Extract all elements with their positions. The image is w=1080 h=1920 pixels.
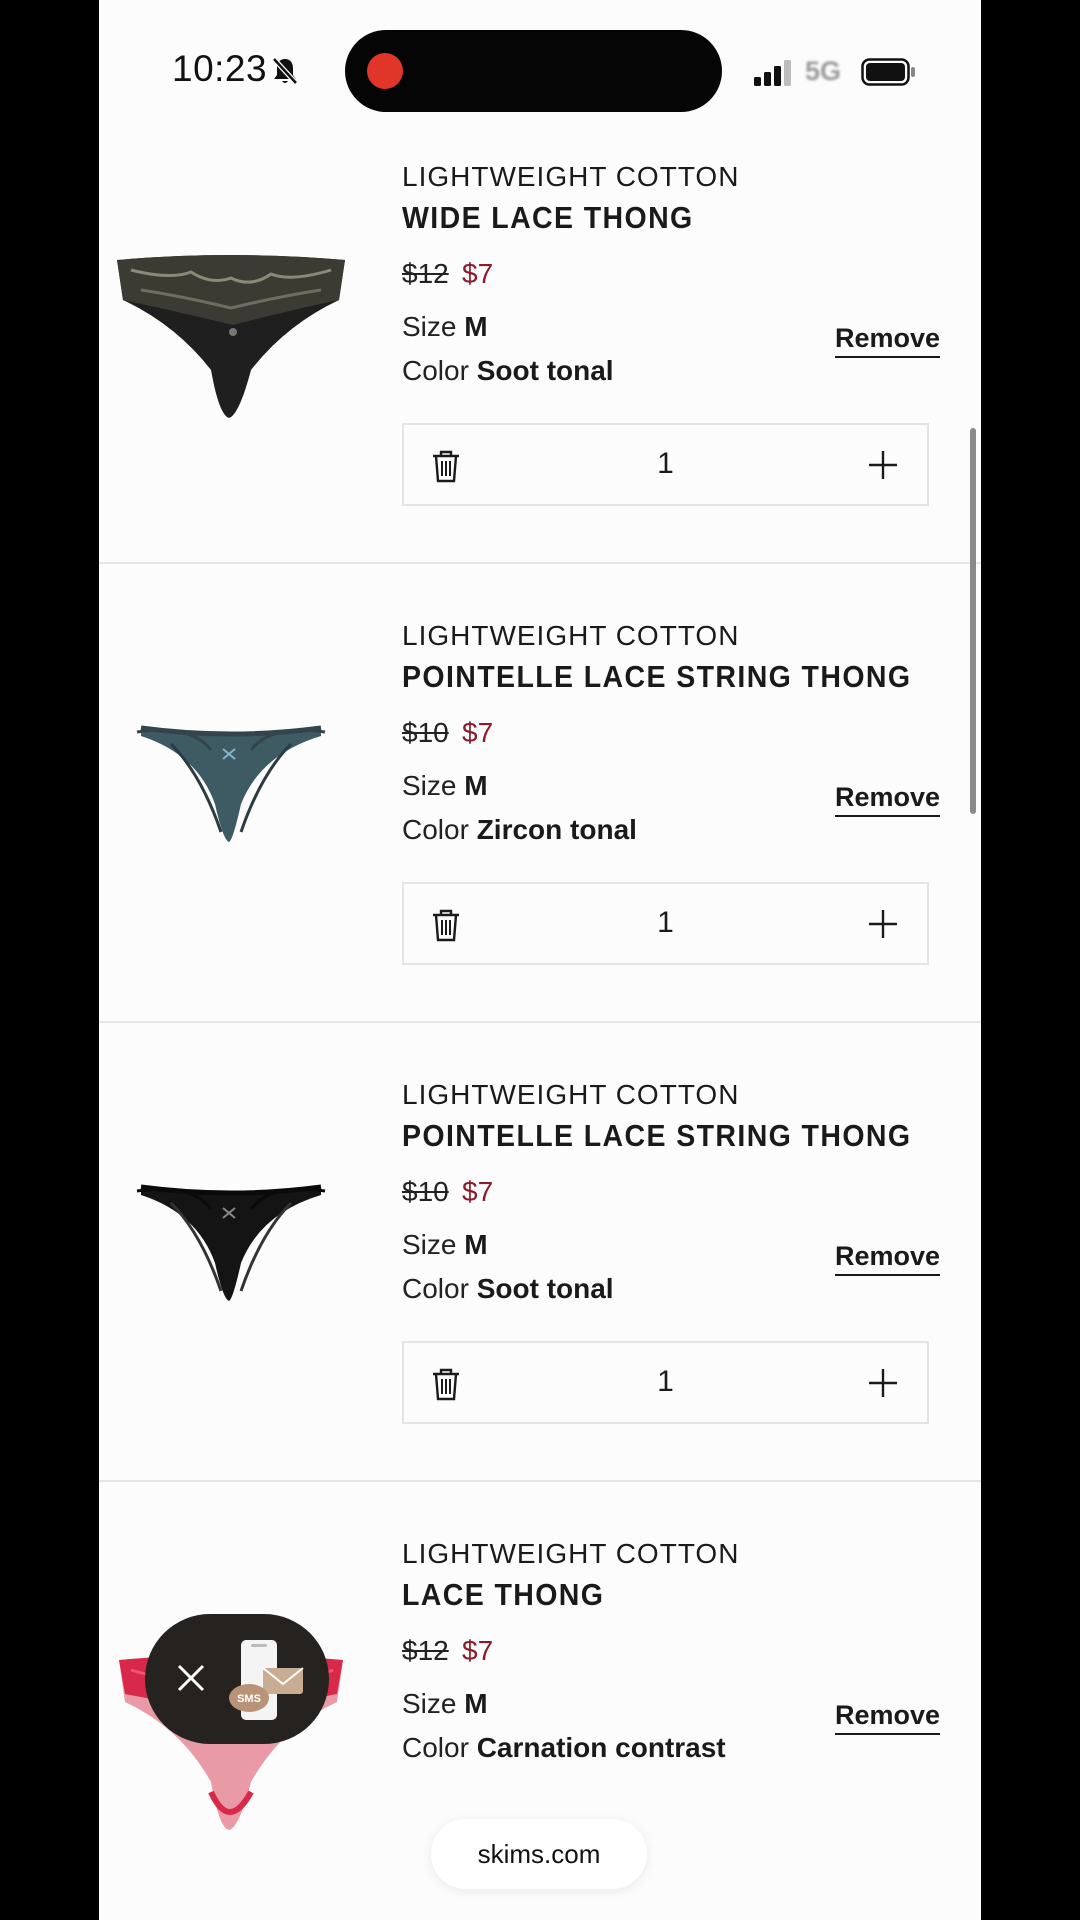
sale-price: $7 xyxy=(462,717,494,748)
quantity-value: 1 xyxy=(657,1365,674,1398)
original-price: $10 xyxy=(402,1176,449,1207)
color-label: Color xyxy=(402,1273,469,1304)
product-collection: LIGHTWEIGHT COTTON xyxy=(402,620,740,651)
cart-item: LIGHTWEIGHT COTTON POINTELLE LACE STRING… xyxy=(99,564,981,1023)
remove-button[interactable]: Remove xyxy=(835,1241,941,1276)
product-collection: LIGHTWEIGHT COTTON xyxy=(402,1538,740,1569)
product-name[interactable]: POINTELLE LACE STRING THONG xyxy=(402,659,911,695)
size-row: Size M xyxy=(402,1688,488,1720)
original-price: $12 xyxy=(402,1635,449,1666)
sms-badge-text: SMS xyxy=(237,1693,261,1705)
color-row: Color Zircon tonal xyxy=(402,814,637,846)
size-row: Size M xyxy=(402,311,488,343)
status-time: 10:23 xyxy=(172,48,268,89)
color-label: Color xyxy=(402,814,469,845)
product-name[interactable]: LACE THONG xyxy=(402,1577,604,1613)
product-collection: LIGHTWEIGHT COTTON xyxy=(402,1079,740,1110)
scrollbar[interactable] xyxy=(970,428,976,814)
browser-url-bar[interactable]: skims.com xyxy=(431,1819,647,1889)
color-row: Color Carnation contrast xyxy=(402,1732,726,1764)
size-label: Size xyxy=(402,770,457,801)
product-image xyxy=(136,725,326,842)
product-image xyxy=(136,1184,326,1301)
battery-icon xyxy=(861,58,915,86)
size-value: M xyxy=(464,1229,488,1260)
sale-price: $7 xyxy=(462,1176,494,1207)
color-row: Color Soot tonal xyxy=(402,1273,614,1305)
size-value: M xyxy=(464,1688,488,1719)
bell-muted-icon xyxy=(272,57,298,85)
sale-price: $7 xyxy=(462,258,494,289)
sms-phone-icon: SMS xyxy=(229,1640,304,1720)
close-icon[interactable] xyxy=(173,1660,209,1696)
original-price: $10 xyxy=(402,717,449,748)
dynamic-island xyxy=(345,30,722,112)
remove-button[interactable]: Remove xyxy=(835,782,941,817)
color-label: Color xyxy=(402,1732,469,1763)
cellular-signal-icon xyxy=(754,60,791,86)
plus-icon[interactable] xyxy=(867,908,899,940)
size-value: M xyxy=(464,311,488,342)
quantity-stepper: 1 xyxy=(402,423,929,506)
product-name[interactable]: POINTELLE LACE STRING THONG xyxy=(402,1118,911,1154)
size-label: Size xyxy=(402,311,457,342)
sms-signup-popup[interactable]: SMS xyxy=(145,1614,329,1744)
color-value: Soot tonal xyxy=(476,355,614,386)
quantity-stepper: 1 xyxy=(402,882,929,965)
color-value: Carnation contrast xyxy=(476,1732,726,1763)
product-collection: LIGHTWEIGHT COTTON xyxy=(402,161,740,192)
color-value: Soot tonal xyxy=(476,1273,614,1304)
recording-dot-icon xyxy=(367,53,403,89)
size-row: Size M xyxy=(402,770,488,802)
screen: 10:23 5G LIGHTWEIGHT COTTON WIDE LACE TH… xyxy=(99,0,981,1920)
network-type: 5G xyxy=(805,56,842,86)
size-label: Size xyxy=(402,1688,457,1719)
color-label: Color xyxy=(402,355,469,386)
quantity-stepper: 1 xyxy=(402,1341,929,1424)
cart-item: LIGHTWEIGHT COTTON POINTELLE LACE STRING… xyxy=(99,1023,981,1482)
remove-button[interactable]: Remove xyxy=(835,323,941,358)
color-row: Color Soot tonal xyxy=(402,355,614,387)
product-name[interactable]: WIDE LACE THONG xyxy=(402,200,694,236)
original-price: $12 xyxy=(402,258,449,289)
product-image xyxy=(117,255,345,418)
color-value: Zircon tonal xyxy=(476,814,637,845)
remove-button[interactable]: Remove xyxy=(835,1700,941,1735)
plus-icon[interactable] xyxy=(867,449,899,481)
cart-item: LIGHTWEIGHT COTTON WIDE LACE THONG $12 $… xyxy=(99,105,981,564)
size-label: Size xyxy=(402,1229,457,1260)
sale-price: $7 xyxy=(462,1635,494,1666)
quantity-value: 1 xyxy=(657,447,674,480)
quantity-value: 1 xyxy=(657,906,674,939)
size-value: M xyxy=(464,770,488,801)
size-row: Size M xyxy=(402,1229,488,1261)
plus-icon[interactable] xyxy=(867,1367,899,1399)
